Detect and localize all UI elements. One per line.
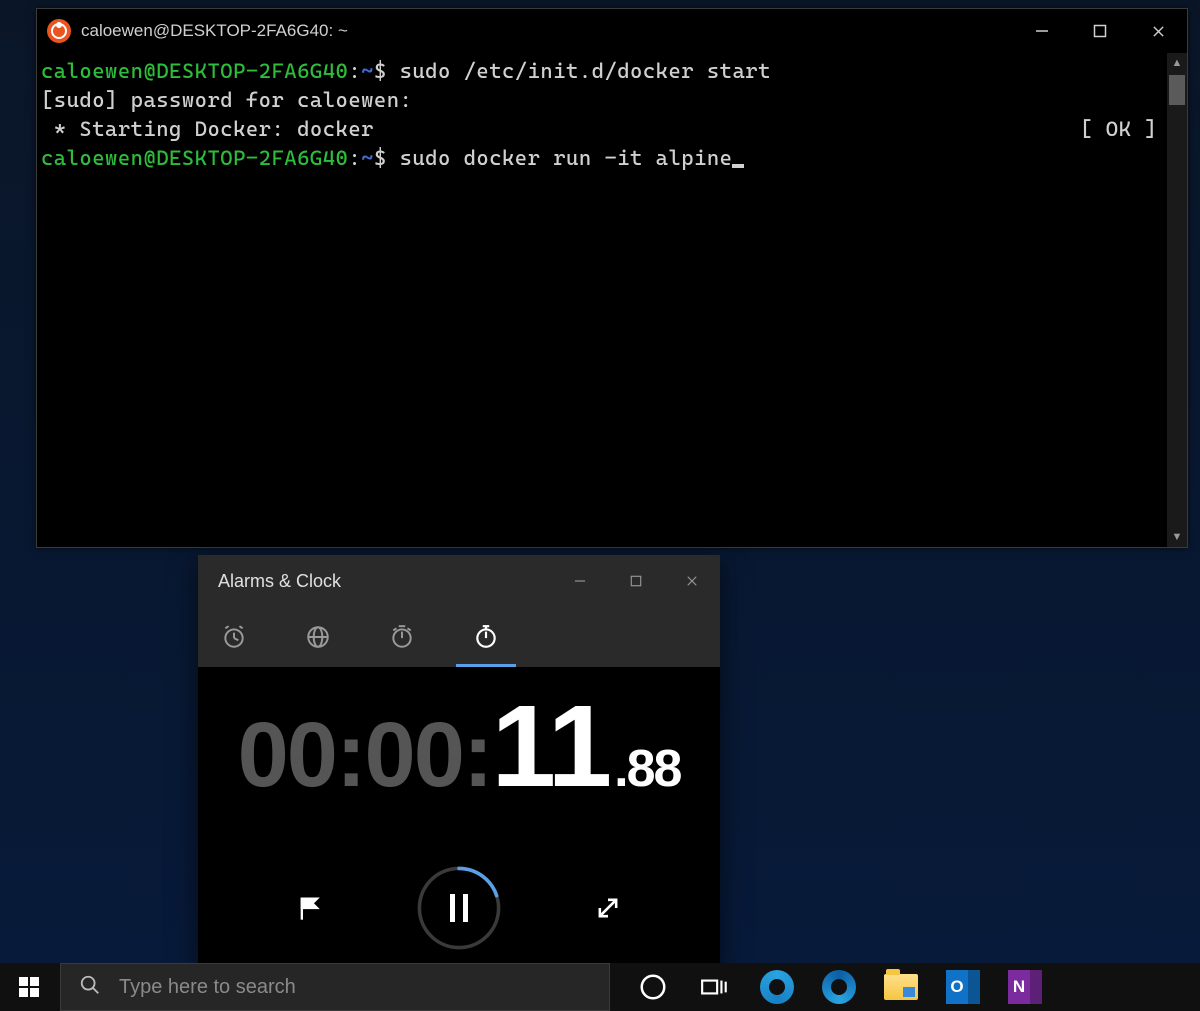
clock-maximize-button[interactable] <box>608 555 664 607</box>
expand-button[interactable] <box>588 888 628 928</box>
taskbar: Type here to search O N <box>0 963 1200 1011</box>
window-controls <box>1013 9 1187 53</box>
start-button[interactable] <box>0 963 58 1011</box>
outlook-icon[interactable]: O <box>932 963 994 1011</box>
prompt-host: DESKTOP-2FA6G40 <box>156 59 348 83</box>
output-line-3-ok: [ OK ] <box>1080 115 1163 144</box>
clock-window-controls <box>552 555 720 607</box>
scroll-up-icon[interactable]: ▲ <box>1167 53 1187 73</box>
maximize-button[interactable] <box>1071 9 1129 53</box>
stopwatch-display: 00:00:11.88 <box>238 679 681 813</box>
search-placeholder: Type here to search <box>119 976 296 999</box>
prompt-dollar: $ <box>374 59 400 83</box>
terminal-scrollbar[interactable]: ▲ ▼ <box>1167 53 1187 547</box>
prompt-dollar-2: $ <box>374 146 400 170</box>
clock-body: 00:00:11.88 <box>198 667 720 965</box>
stopwatch-fraction: .88 <box>614 739 680 799</box>
clock-header: Alarms & Clock <box>198 555 720 667</box>
close-button[interactable] <box>1129 9 1187 53</box>
edge-icon[interactable] <box>808 963 870 1011</box>
tab-timer[interactable] <box>384 617 420 657</box>
clock-tabs <box>198 607 720 667</box>
clock-titlebar[interactable]: Alarms & Clock <box>198 555 720 607</box>
prompt-at-2: @ <box>143 146 156 170</box>
tab-alarm[interactable] <box>216 617 252 657</box>
scroll-thumb[interactable] <box>1169 75 1185 105</box>
onenote-icon[interactable]: N <box>994 963 1056 1011</box>
minimize-button[interactable] <box>1013 9 1071 53</box>
output-line-2: [sudo] password for caloewen: <box>41 88 412 112</box>
prompt-colon: : <box>348 59 361 83</box>
stopwatch-controls <box>290 863 628 953</box>
pause-button[interactable] <box>414 863 504 953</box>
clock-minimize-button[interactable] <box>552 555 608 607</box>
alarms-clock-window: Alarms & Clock <box>198 555 720 965</box>
terminal-content[interactable]: caloewen@DESKTOP-2FA6G40:~$ sudo /etc/in… <box>37 53 1167 547</box>
edge-dev-icon[interactable] <box>746 963 808 1011</box>
prompt-user-2: caloewen <box>41 146 143 170</box>
terminal-body: caloewen@DESKTOP-2FA6G40:~$ sudo /etc/in… <box>37 53 1187 547</box>
prompt-at: @ <box>143 59 156 83</box>
terminal-title: caloewen@DESKTOP-2FA6G40: ~ <box>81 21 1013 41</box>
stopwatch-seconds: 11 <box>492 679 611 813</box>
prompt-colon-2: : <box>348 146 361 170</box>
clock-close-button[interactable] <box>664 555 720 607</box>
cursor <box>732 164 744 168</box>
prompt-path-2: ~ <box>361 146 374 170</box>
prompt-host-2: DESKTOP-2FA6G40 <box>156 146 348 170</box>
search-icon <box>79 974 101 1001</box>
cortana-button[interactable] <box>622 963 684 1011</box>
search-box[interactable]: Type here to search <box>60 963 610 1011</box>
command-2: sudo docker run -it alpine <box>400 146 733 170</box>
tab-world-clock[interactable] <box>300 617 336 657</box>
task-view-button[interactable] <box>684 963 746 1011</box>
prompt-user: caloewen <box>41 59 143 83</box>
file-explorer-icon[interactable] <box>870 963 932 1011</box>
terminal-titlebar[interactable]: caloewen@DESKTOP-2FA6G40: ~ <box>37 9 1187 53</box>
stopwatch-hm: 00:00: <box>238 703 492 808</box>
pause-icon <box>450 894 468 922</box>
output-line-3-left: * Starting Docker: docker <box>41 117 374 141</box>
clock-title: Alarms & Clock <box>198 571 552 592</box>
lap-button[interactable] <box>290 888 330 928</box>
terminal-window: caloewen@DESKTOP-2FA6G40: ~ caloewen@DES… <box>36 8 1188 548</box>
prompt-path: ~ <box>361 59 374 83</box>
scroll-down-icon[interactable]: ▼ <box>1167 527 1187 547</box>
taskbar-icons: O N <box>622 963 1056 1011</box>
command-1: sudo /etc/init.d/docker start <box>400 59 771 83</box>
ubuntu-icon <box>47 19 71 43</box>
tab-stopwatch[interactable] <box>468 617 504 657</box>
